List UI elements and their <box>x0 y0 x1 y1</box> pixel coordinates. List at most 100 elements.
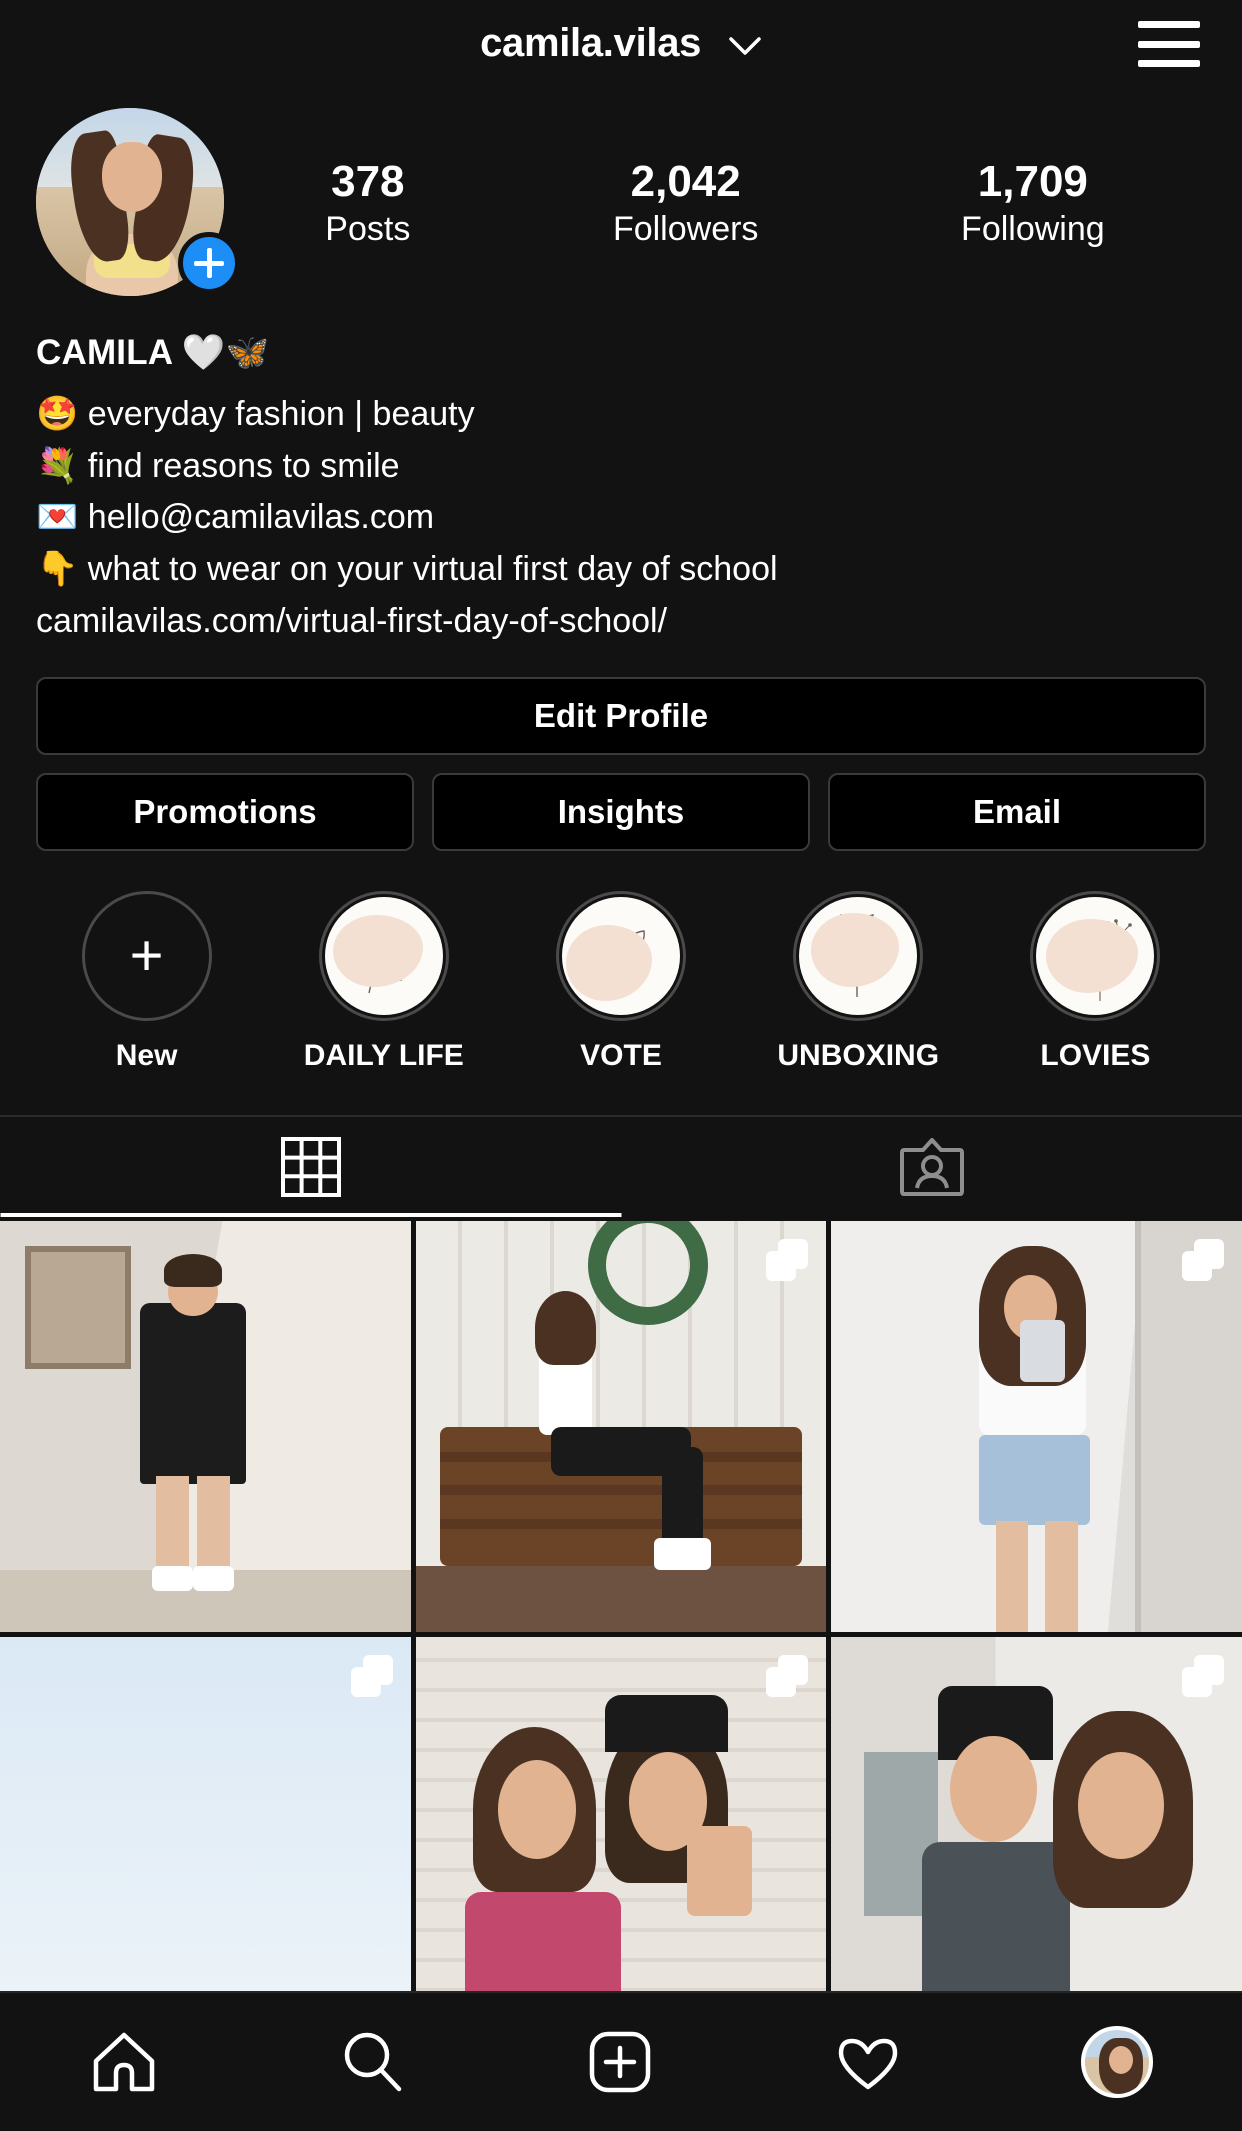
post-thumbnail <box>831 1221 1242 1633</box>
instagram-profile-screen: camila.vilas 378 Posts 2,042 Followers 1… <box>0 0 1242 2131</box>
edit-profile-button[interactable]: Edit Profile <box>36 677 1206 756</box>
avatar-face <box>102 142 162 212</box>
multi-post-icon <box>350 1655 393 1698</box>
bio-website-link[interactable]: camilavilas.com/virtual-first-day-of-sch… <box>36 596 1206 648</box>
highlight-cover <box>324 897 443 1016</box>
scene-phone <box>1020 1319 1066 1382</box>
add-story-button[interactable] <box>178 232 240 294</box>
following-label: Following <box>961 210 1105 249</box>
multi-post-icon <box>1181 1655 1224 1698</box>
grid-post[interactable] <box>0 1637 411 2048</box>
bio-display-name: CAMILA 🤍🦋 <box>36 333 270 372</box>
action-buttons: Edit Profile Promotions Insights Email <box>0 647 1242 852</box>
scene-ground <box>415 1566 827 1633</box>
scene-cap <box>604 1694 728 1752</box>
scene-person-face <box>497 1760 576 1859</box>
scene-person-hair <box>534 1291 597 1366</box>
stat-posts[interactable]: 378 Posts <box>325 157 411 249</box>
grid-icon <box>280 1137 341 1198</box>
post-thumbnail <box>831 1637 1242 2048</box>
tab-grid[interactable] <box>0 1117 621 1217</box>
scene-person-face <box>950 1735 1037 1843</box>
highlight-label: LOVIES <box>1040 1039 1151 1073</box>
scene-leg <box>995 1521 1029 1633</box>
multi-post-icon <box>766 1239 809 1282</box>
nav-create[interactable] <box>585 2027 655 2097</box>
bio-line: 💌 hello@camilavilas.com <box>36 498 435 537</box>
grid-post[interactable] <box>415 1637 827 2048</box>
post-thumbnail <box>415 1221 827 1633</box>
nav-avatar-face <box>1109 2046 1133 2074</box>
highlight-circle[interactable] <box>793 891 924 1022</box>
username-text: camila.vilas <box>480 20 702 65</box>
secondary-buttons-row: Promotions Insights Email <box>36 773 1206 852</box>
highlight-cover <box>799 897 918 1016</box>
post-thumbnail <box>0 1637 411 2048</box>
highlight-vote[interactable]: VOTE <box>502 891 739 1073</box>
scene-sky <box>0 1637 411 2048</box>
promotions-button[interactable]: Promotions <box>36 773 414 852</box>
bio-line: 💐 find reasons to smile <box>36 446 400 485</box>
bench-slat <box>440 1518 802 1529</box>
highlight-label: VOTE <box>580 1039 662 1073</box>
hamburger-menu-icon[interactable] <box>1138 21 1200 67</box>
username-title[interactable]: camila.vilas <box>480 21 762 68</box>
bio-section: CAMILA 🤍🦋 🤩 everyday fashion | beauty 💐 … <box>0 296 1242 647</box>
highlight-circle[interactable] <box>556 891 686 1022</box>
menu-line <box>1138 60 1200 67</box>
scene-person-hair <box>164 1254 222 1288</box>
menu-line <box>1138 21 1200 28</box>
nav-search[interactable] <box>337 2027 407 2097</box>
menu-line <box>1138 40 1200 48</box>
heart-icon <box>838 2038 898 2090</box>
profile-tabs <box>0 1115 1242 1218</box>
stat-followers[interactable]: 2,042 Followers <box>612 157 759 249</box>
scene-wall-art <box>24 1245 132 1370</box>
bio-line: 👇 what to wear on your virtual first day… <box>36 550 778 589</box>
avatar-container[interactable] <box>36 108 240 296</box>
scene-hand <box>686 1825 753 1917</box>
post-thumbnail <box>0 1221 411 1633</box>
highlight-lovies[interactable]: LOVIES <box>977 891 1214 1073</box>
highlight-circle[interactable] <box>318 891 449 1022</box>
highlight-unboxing[interactable]: UNBOXING <box>740 891 977 1073</box>
highlight-daily-life[interactable]: DAILY LIFE <box>265 891 502 1073</box>
grid-post[interactable] <box>831 1221 1242 1633</box>
scene-person-shirt <box>139 1303 247 1485</box>
nav-home[interactable] <box>89 2027 159 2097</box>
nav-profile[interactable] <box>1081 2026 1153 2098</box>
followers-label: Followers <box>612 210 759 249</box>
highlight-cover <box>562 897 680 1016</box>
insights-button[interactable]: Insights <box>432 773 810 852</box>
nav-activity[interactable] <box>833 2027 903 2097</box>
scene-leg <box>156 1475 189 1575</box>
bottom-navigation-bar <box>0 1991 1242 2131</box>
highlight-circle[interactable] <box>1030 891 1161 1022</box>
plus-square-icon <box>589 2031 651 2093</box>
grid-post[interactable] <box>831 1637 1242 2048</box>
post-thumbnail <box>415 1637 827 2048</box>
new-highlight-circle[interactable]: + <box>81 891 212 1022</box>
email-button[interactable]: Email <box>828 773 1206 852</box>
top-bar: camila.vilas <box>0 0 1242 88</box>
scene-shoe <box>151 1566 193 1591</box>
bio-line: 🤩 everyday fashion | beauty <box>36 395 475 433</box>
highlight-label: UNBOXING <box>777 1039 940 1073</box>
tab-tagged[interactable] <box>621 1117 1242 1217</box>
plus-icon: + <box>129 923 164 989</box>
profile-header-row: 378 Posts 2,042 Followers 1,709 Followin… <box>0 88 1242 296</box>
scene-leg <box>1044 1521 1078 1633</box>
scene-door <box>1135 1221 1242 1633</box>
search-icon <box>344 2032 402 2092</box>
posts-label: Posts <box>325 210 411 249</box>
posts-count: 378 <box>331 157 405 206</box>
chevron-down-icon[interactable] <box>728 22 762 67</box>
highlight-new[interactable]: + New <box>28 891 265 1073</box>
following-count: 1,709 <box>977 157 1088 206</box>
highlight-label: DAILY LIFE <box>303 1039 464 1073</box>
scene-leg <box>197 1475 230 1575</box>
grid-post[interactable] <box>415 1221 827 1633</box>
grid-post[interactable] <box>0 1221 411 1633</box>
multi-post-icon <box>1181 1239 1224 1282</box>
stat-following[interactable]: 1,709 Following <box>961 157 1105 249</box>
